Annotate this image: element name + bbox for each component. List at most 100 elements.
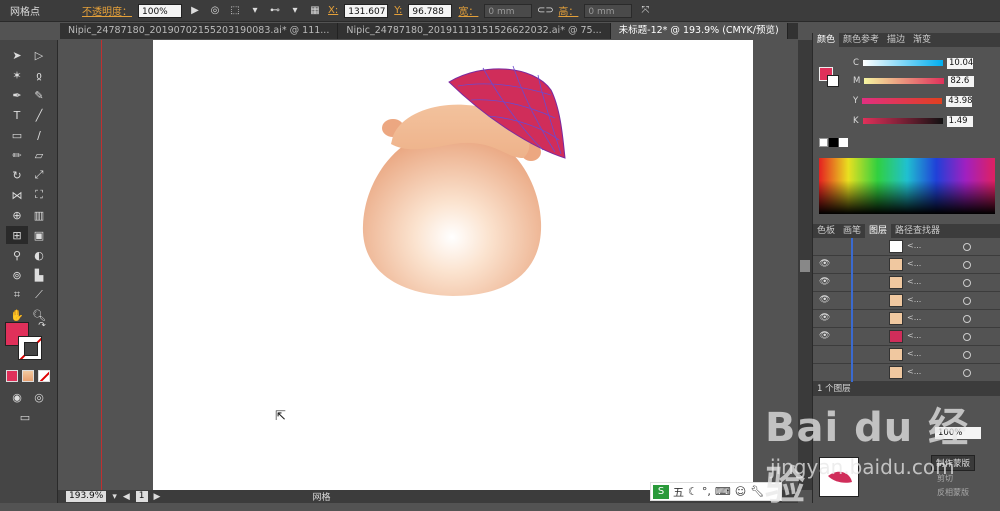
artboard-tool-icon[interactable]: ⌗ bbox=[6, 286, 28, 304]
eye-icon[interactable]: 👁 bbox=[819, 295, 831, 307]
magic-wand-tool-icon[interactable]: ✶ bbox=[6, 66, 28, 84]
reference-point-icon[interactable]: ▦ bbox=[308, 4, 322, 18]
channel-y-slider[interactable] bbox=[862, 98, 943, 104]
eraser-tool-icon[interactable]: ▱ bbox=[28, 146, 50, 164]
layer-row[interactable]: <... bbox=[813, 346, 1000, 364]
swap-colors-icon[interactable]: ↷ bbox=[36, 320, 48, 332]
tab-pathfinder[interactable]: 路径查找器 bbox=[891, 224, 944, 238]
layer-row[interactable]: 👁 <... bbox=[813, 310, 1000, 328]
width-tool-icon[interactable]: ⋈ bbox=[6, 186, 28, 204]
channel-c-slider[interactable] bbox=[862, 60, 943, 66]
chevron-down-icon[interactable]: ▾ bbox=[112, 492, 117, 502]
selection-tool-icon[interactable]: ➤ bbox=[6, 46, 28, 64]
rotate-tool-icon[interactable]: ↻ bbox=[6, 166, 28, 184]
type-tool-icon[interactable]: T bbox=[6, 106, 28, 124]
color-spectrum[interactable] bbox=[819, 158, 995, 214]
layer-row[interactable]: <... bbox=[813, 238, 1000, 256]
page-field[interactable]: 1 bbox=[135, 491, 148, 502]
channel-y-value[interactable]: 43.98 bbox=[946, 95, 973, 107]
channel-k-slider[interactable] bbox=[862, 118, 943, 124]
eye-icon[interactable]: 👁 bbox=[819, 313, 831, 325]
layer-row[interactable]: 👁 <... bbox=[813, 274, 1000, 292]
draw-behind-icon[interactable]: ◎ bbox=[28, 388, 50, 406]
free-transform-tool-icon[interactable]: ⛶ bbox=[28, 186, 50, 204]
user-icon[interactable]: ☺ bbox=[735, 485, 746, 498]
y-field[interactable]: 96.788 bbox=[408, 3, 453, 18]
moon-icon[interactable]: ☾ bbox=[688, 485, 698, 498]
channel-m-slider[interactable] bbox=[864, 78, 945, 84]
eye-icon[interactable]: 👁 bbox=[819, 277, 831, 289]
tab-stroke[interactable]: 描边 bbox=[883, 33, 909, 47]
artwork[interactable]: ⇱ bbox=[153, 40, 753, 490]
play-icon[interactable]: ▶ bbox=[188, 4, 202, 18]
slice-tool-icon[interactable]: ⟋ bbox=[28, 286, 50, 304]
prev-artboard-icon[interactable]: ◀ bbox=[123, 492, 130, 502]
perspective-grid-tool-icon[interactable]: ▥ bbox=[28, 206, 50, 224]
eyedropper-tool-icon[interactable]: ⚲ bbox=[6, 246, 28, 264]
white-swatch[interactable] bbox=[839, 138, 848, 147]
eye-icon[interactable]: 👁 bbox=[819, 259, 831, 271]
width-field[interactable]: 0 mm bbox=[484, 3, 533, 18]
none-swatch[interactable] bbox=[819, 138, 828, 147]
align-icon[interactable]: ⊷ bbox=[268, 4, 282, 18]
punctuation-icon[interactable]: °, bbox=[702, 485, 711, 498]
isolate-icon[interactable]: ⤧ bbox=[638, 4, 652, 18]
opacity-label[interactable]: 不透明度： bbox=[82, 3, 132, 18]
layer-row[interactable]: <... bbox=[813, 364, 1000, 382]
doc-tab-3[interactable]: 未标题-12* @ 193.9% (CMYK/预览) bbox=[610, 23, 788, 39]
curvature-tool-icon[interactable]: ✎ bbox=[28, 86, 50, 104]
transform-icon[interactable]: ⬚ bbox=[228, 4, 242, 18]
height-field[interactable]: 0 mm bbox=[584, 3, 633, 18]
lasso-tool-icon[interactable]: ჲ bbox=[28, 66, 50, 84]
shape-builder-tool-icon[interactable]: ⊕ bbox=[6, 206, 28, 224]
line-tool-icon[interactable]: ╱ bbox=[28, 106, 50, 124]
recolor-icon[interactable]: ◎ bbox=[208, 4, 222, 18]
pencil-tool-icon[interactable]: ✏ bbox=[6, 146, 28, 164]
gradient-mode-button[interactable] bbox=[22, 370, 34, 382]
opacity-field[interactable]: 100% bbox=[138, 3, 182, 18]
layer-row[interactable]: 👁 <... bbox=[813, 328, 1000, 346]
tab-brushes[interactable]: 画笔 bbox=[839, 224, 865, 238]
symbol-sprayer-tool-icon[interactable]: ⊚ bbox=[6, 266, 28, 284]
layer-row[interactable]: 👁 <... bbox=[813, 292, 1000, 310]
chevron-down-icon[interactable]: ▾ bbox=[288, 4, 302, 18]
gradient-tool-icon[interactable]: ▣ bbox=[28, 226, 50, 244]
canvas-area[interactable]: ⇱ bbox=[58, 40, 798, 490]
zoom-field[interactable]: 193.9% bbox=[66, 491, 107, 502]
tab-color-guide[interactable]: 颜色参考 bbox=[839, 33, 883, 47]
x-field[interactable]: 131.607 bbox=[344, 3, 389, 18]
stroke-swatch[interactable] bbox=[18, 336, 42, 360]
direct-selection-tool-icon[interactable]: ▷ bbox=[28, 46, 50, 64]
doc-tab-2[interactable]: Nipic_24787180_20191113151526622032.ai* … bbox=[338, 23, 611, 39]
layer-row[interactable]: 👁 <... bbox=[813, 256, 1000, 274]
none-mode-button[interactable] bbox=[38, 370, 50, 382]
ime-toolbar[interactable]: S 五 ☾ °, ⌨ ☺ 🔧︎ bbox=[650, 482, 782, 501]
eye-icon[interactable]: 👁 bbox=[819, 331, 831, 343]
doc-tab-1[interactable]: Nipic_24787180_20190702155203190083.ai* … bbox=[60, 23, 339, 39]
paintbrush-tool-icon[interactable]: ∕ bbox=[28, 126, 50, 144]
rectangle-tool-icon[interactable]: ▭ bbox=[6, 126, 28, 144]
channel-c-value[interactable]: 10.04 bbox=[946, 57, 973, 69]
artboard[interactable]: ⇱ bbox=[153, 40, 753, 490]
wrench-icon[interactable]: 🔧︎ bbox=[750, 485, 764, 498]
tab-gradient[interactable]: 渐变 bbox=[909, 33, 935, 47]
tab-layers[interactable]: 图层 bbox=[865, 224, 892, 238]
tab-color[interactable]: 颜色 bbox=[813, 33, 840, 47]
color-mode-button[interactable] bbox=[6, 370, 18, 382]
black-swatch[interactable] bbox=[829, 138, 838, 147]
next-artboard-icon[interactable]: ▶ bbox=[154, 492, 161, 502]
blend-tool-icon[interactable]: ◐ bbox=[28, 246, 50, 264]
pen-tool-icon[interactable]: ✒ bbox=[6, 86, 28, 104]
screen-mode-icon[interactable]: ▭ bbox=[14, 408, 36, 426]
mesh-tool-icon[interactable]: ⊞ bbox=[6, 226, 28, 244]
color-stroke-preview[interactable] bbox=[827, 75, 839, 87]
scroll-thumb[interactable] bbox=[800, 260, 810, 272]
draw-mode-icon[interactable]: ◉ bbox=[6, 388, 28, 406]
channel-m-value[interactable]: 82.6 bbox=[948, 75, 975, 87]
channel-k-value[interactable]: 1.49 bbox=[946, 115, 973, 127]
ime-mode-label[interactable]: 五 bbox=[673, 484, 684, 500]
tab-swatches[interactable]: 色板 bbox=[813, 224, 839, 238]
column-graph-tool-icon[interactable]: ▙ bbox=[28, 266, 50, 284]
chevron-down-icon[interactable]: ▾ bbox=[248, 4, 262, 18]
keyboard-icon[interactable]: ⌨ bbox=[715, 485, 731, 498]
